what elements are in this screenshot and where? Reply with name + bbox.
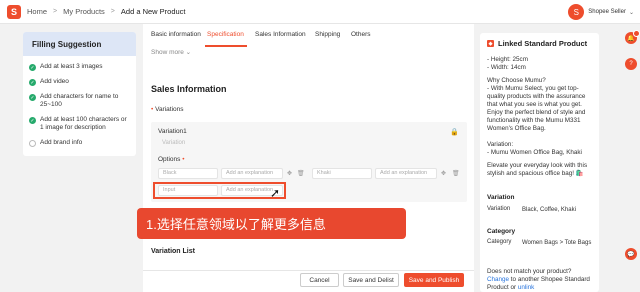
variation-label: Variation1 [158,128,187,135]
notification-badge [633,30,640,37]
tab-specification[interactable]: Specification [207,31,244,38]
category-heading: Category [487,228,516,235]
mismatch-question: Does not match your product? [487,268,572,275]
tip-item: Add brand info [23,139,136,147]
tip-text: Add video [40,78,69,85]
variation-note: Variation: [487,141,514,148]
option-explanation-input[interactable]: Add an explanation [375,168,437,179]
variation-heading: Variation [487,194,515,201]
tip-item: ✓ Add video [23,78,136,86]
why-title: Why Choose Mumu? [487,77,546,84]
variation-value: Black, Coffee, Khaki [522,207,576,213]
change-link[interactable]: Change [487,276,509,283]
dimension-height: - Height: 25cm [487,56,528,63]
mouse-cursor-icon: ➚ [270,186,281,200]
category-value: Women Bags > Tote Bags [522,240,592,246]
lock-icon[interactable]: 🔒 [450,128,459,136]
options-label-text: Options [158,156,181,163]
chat-icon[interactable]: 💬 [625,248,637,260]
avatar[interactable]: S [568,4,585,20]
check-icon: ✓ [29,79,36,86]
empty-circle-icon [29,140,36,147]
breadcrumb-separator: > [53,8,58,15]
cancel-button[interactable]: Cancel [300,273,339,287]
tip-item: ✓ Add at least 100 characters or 1 image … [23,116,136,132]
options-label: Options • [158,156,185,163]
highlight-box [153,182,286,199]
why-text: - With Mumu Select, you get top-quality … [487,85,586,132]
show-more-link[interactable]: Show more ⌄ [151,48,191,56]
tip-text: Add at least 3 images [40,63,103,70]
required-mark: • [151,106,154,113]
option-explanation-input[interactable]: Add an explanation [221,168,283,179]
mismatch-actions: Change to another Shopee Standard Produc… [487,276,595,292]
save-and-delist-button[interactable]: Save and Delist [343,273,399,287]
required-mark: • [182,156,185,163]
tab-shipping[interactable]: Shipping [315,31,340,38]
variation-item: - Mumu Women Office Bag, Khaki [487,149,582,156]
user-menu[interactable]: S Shopee Seller ⌄ [568,4,634,20]
filling-suggestion-panel: Filling Suggestion ✓ Add at least 3 image… [23,32,136,156]
user-name[interactable]: Shopee Seller [588,9,626,15]
tutorial-banner: 1.选择任意领域以了解更多信息 [137,208,406,239]
option-value-input[interactable]: Black [158,168,218,179]
variation-key: Variation [487,206,511,212]
variations-label: • Variations [151,106,184,113]
linked-product-header: ◆ Linked Standard Product [487,39,587,48]
drag-icon[interactable]: ✥ [287,170,292,177]
tip-text: Add at least 100 characters or 1 image f… [40,116,127,131]
check-icon: ✓ [29,117,36,124]
breadcrumb-home[interactable]: Home [27,7,47,16]
variation-name-input[interactable]: Variation [162,140,185,146]
check-icon: ✓ [29,64,36,71]
filling-suggestion-title: Filling Suggestion [23,32,136,56]
shopee-logo-icon[interactable]: S [7,4,21,19]
product-icon: ◆ [487,40,494,47]
delete-icon[interactable]: 🗑 [297,170,305,177]
drag-icon[interactable]: ✥ [441,170,446,177]
tip-text: Add brand info [40,139,83,146]
tip-text: Add characters for name to 25~100 [40,93,119,108]
variations-label-text: Variations [155,106,184,113]
delete-icon[interactable]: 🗑 [452,170,460,177]
category-key: Category [487,239,512,245]
linked-product-title: Linked Standard Product [498,39,588,48]
top-bar: S Home > My Products > Add a New Product… [0,0,640,24]
option-value-input[interactable]: Khaki [312,168,372,179]
sales-information-title: Sales Information [151,84,227,94]
tab-basic-information[interactable]: Basic information [151,31,201,38]
save-and-publish-button[interactable]: Save and Publish [404,273,464,287]
tab-sales-information[interactable]: Sales Information [255,31,306,38]
tip-item: ✓ Add at least 3 images [23,63,136,71]
unlink-link[interactable]: unlink [518,284,534,291]
tab-others[interactable]: Others [351,31,371,38]
breadcrumb-my-products[interactable]: My Products [63,7,105,16]
tip-item: ✓ Add characters for name to 25~100 [23,93,136,109]
chevron-down-icon[interactable]: ⌄ [629,9,634,16]
check-icon: ✓ [29,94,36,101]
help-icon[interactable]: ? [625,58,637,70]
elevate-text: Elevate your everyday look with this sty… [487,162,588,177]
breadcrumb-separator: > [110,8,115,15]
active-tab-indicator [205,45,247,47]
breadcrumb-current: Add a New Product [120,7,186,16]
variation-list-title: Variation List [151,248,195,255]
dimension-width: - Width: 14cm [487,64,526,71]
